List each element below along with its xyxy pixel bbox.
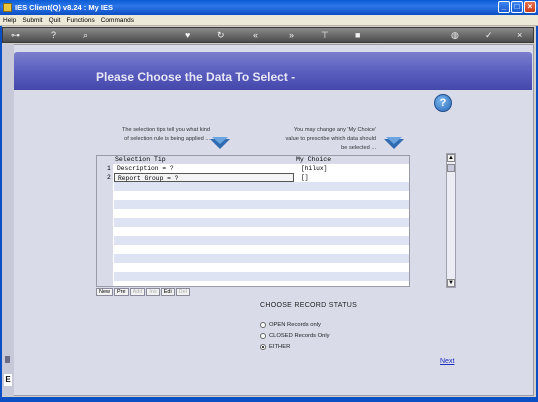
grid-header: Selection Tip My Choice bbox=[97, 156, 409, 164]
cancel-icon[interactable]: × bbox=[517, 31, 522, 40]
radio-label: EITHER bbox=[269, 344, 291, 350]
add-button[interactable]: Add bbox=[129, 288, 146, 296]
page-title: Please Choose the Data To Select - bbox=[96, 70, 296, 84]
radio-either[interactable]: EITHER bbox=[260, 344, 290, 350]
tip-right-line-1: You may change any 'My Choice' bbox=[293, 127, 376, 133]
tip-left-line-2: of selection rule is being applied ... bbox=[124, 136, 210, 142]
row-number: 1 bbox=[107, 165, 111, 172]
app-icon bbox=[3, 3, 12, 12]
refresh-icon[interactable]: ↻ bbox=[217, 31, 225, 40]
selection-tip-cell[interactable]: Report Group = ? bbox=[114, 173, 294, 182]
radio-label: CLOSED Records Only bbox=[269, 333, 330, 339]
grid-stripe bbox=[114, 254, 409, 263]
table-row[interactable]: 1 Description = ? [hilux] bbox=[97, 164, 409, 173]
grid-button-row: New Pre Add Ins Edi Del bbox=[96, 288, 190, 296]
title-bar: IES Client(Q) v8.24 : My IES _ □ × bbox=[0, 0, 538, 15]
record-status-title: CHOOSE RECORD STATUS bbox=[260, 302, 358, 309]
scroll-thumb[interactable] bbox=[447, 164, 455, 172]
row-number: 2 bbox=[107, 174, 111, 181]
pre-button[interactable]: Pre bbox=[114, 288, 129, 296]
left-strip bbox=[2, 44, 14, 396]
toolbar: ⊶ ? ⌕ ♥ ↻ « » ⊤ ■ ◍ ✓ × bbox=[2, 27, 534, 43]
radio-open-records[interactable]: OPEN Records only bbox=[260, 322, 321, 328]
help-circle-icon[interactable]: ? bbox=[434, 94, 452, 112]
help-icon[interactable]: ? bbox=[51, 31, 56, 40]
strip-marker bbox=[5, 356, 10, 363]
scroll-up-icon[interactable]: ▲ bbox=[447, 154, 455, 162]
side-mark: E bbox=[4, 374, 12, 386]
grid-stripe bbox=[114, 236, 409, 245]
heart-icon[interactable]: ♥ bbox=[185, 31, 190, 40]
my-choice-cell[interactable]: [hilux] bbox=[298, 164, 408, 173]
globe-icon[interactable]: ◍ bbox=[451, 31, 459, 40]
grid-stripe bbox=[114, 182, 409, 191]
arrow-down-icon bbox=[384, 137, 404, 149]
window-controls: _ □ × bbox=[498, 1, 536, 13]
selection-tip-cell[interactable]: Description = ? bbox=[114, 164, 294, 173]
tip-right: You may change any 'My Choice' value to … bbox=[276, 126, 377, 153]
del-button[interactable]: Del bbox=[175, 288, 190, 296]
menu-bar: Help Submit Quit Functions Commands bbox=[0, 15, 538, 26]
grid-stripe bbox=[114, 218, 409, 227]
key-icon[interactable]: ⊶ bbox=[11, 31, 20, 40]
vertical-scrollbar[interactable]: ▲ ▼ bbox=[446, 153, 456, 288]
menu-help[interactable]: Help bbox=[3, 17, 16, 24]
rewind-icon[interactable]: « bbox=[253, 31, 258, 40]
stop-icon[interactable]: ■ bbox=[355, 31, 360, 40]
window-border-bottom bbox=[0, 397, 538, 402]
menu-functions[interactable]: Functions bbox=[67, 17, 95, 24]
ins-button[interactable]: Ins bbox=[146, 288, 160, 296]
header-selection-tip: Selection Tip bbox=[115, 156, 166, 163]
scroll-down-icon[interactable]: ▼ bbox=[447, 279, 455, 287]
tip-left-line-1: The selection tips tell you what kind bbox=[122, 127, 210, 133]
my-choice-cell[interactable]: [] bbox=[298, 173, 408, 182]
tip-left: The selection tips tell you what kind of… bbox=[100, 126, 210, 144]
radio-circle[interactable] bbox=[260, 333, 266, 339]
header-my-choice: My Choice bbox=[296, 156, 332, 163]
window-title: IES Client(Q) v8.24 : My IES bbox=[15, 3, 113, 12]
row-number-gutter bbox=[97, 164, 113, 286]
arrow-down-icon bbox=[210, 137, 230, 149]
check-icon[interactable]: ✓ bbox=[485, 31, 493, 40]
table-row[interactable]: 2 Report Group = ? [] bbox=[97, 173, 409, 182]
maximize-button[interactable]: □ bbox=[511, 1, 523, 13]
grid-stripe bbox=[114, 200, 409, 209]
close-button[interactable]: × bbox=[524, 1, 536, 13]
radio-closed-records[interactable]: CLOSED Records Only bbox=[260, 333, 330, 339]
grid-stripe bbox=[114, 272, 409, 281]
tip-right-line-3: be selected ... bbox=[341, 145, 376, 151]
minimize-button[interactable]: _ bbox=[498, 1, 510, 13]
radio-circle[interactable] bbox=[260, 344, 266, 350]
next-link[interactable]: Next bbox=[440, 358, 454, 365]
selection-grid: Selection Tip My Choice 1 Description = … bbox=[96, 155, 410, 287]
menu-submit[interactable]: Submit bbox=[22, 17, 42, 24]
new-button[interactable]: New bbox=[96, 288, 114, 296]
search-icon[interactable]: ⌕ bbox=[83, 31, 88, 40]
menu-commands[interactable]: Commands bbox=[101, 17, 134, 24]
tip-right-line-2: value to prescribe which data should bbox=[285, 136, 377, 142]
radio-label: OPEN Records only bbox=[269, 322, 321, 328]
forward-icon[interactable]: » bbox=[289, 31, 294, 40]
radio-circle[interactable] bbox=[260, 322, 266, 328]
tee-icon[interactable]: ⊤ bbox=[321, 31, 329, 40]
menu-quit[interactable]: Quit bbox=[49, 17, 61, 24]
edi-button[interactable]: Edi bbox=[160, 288, 175, 296]
